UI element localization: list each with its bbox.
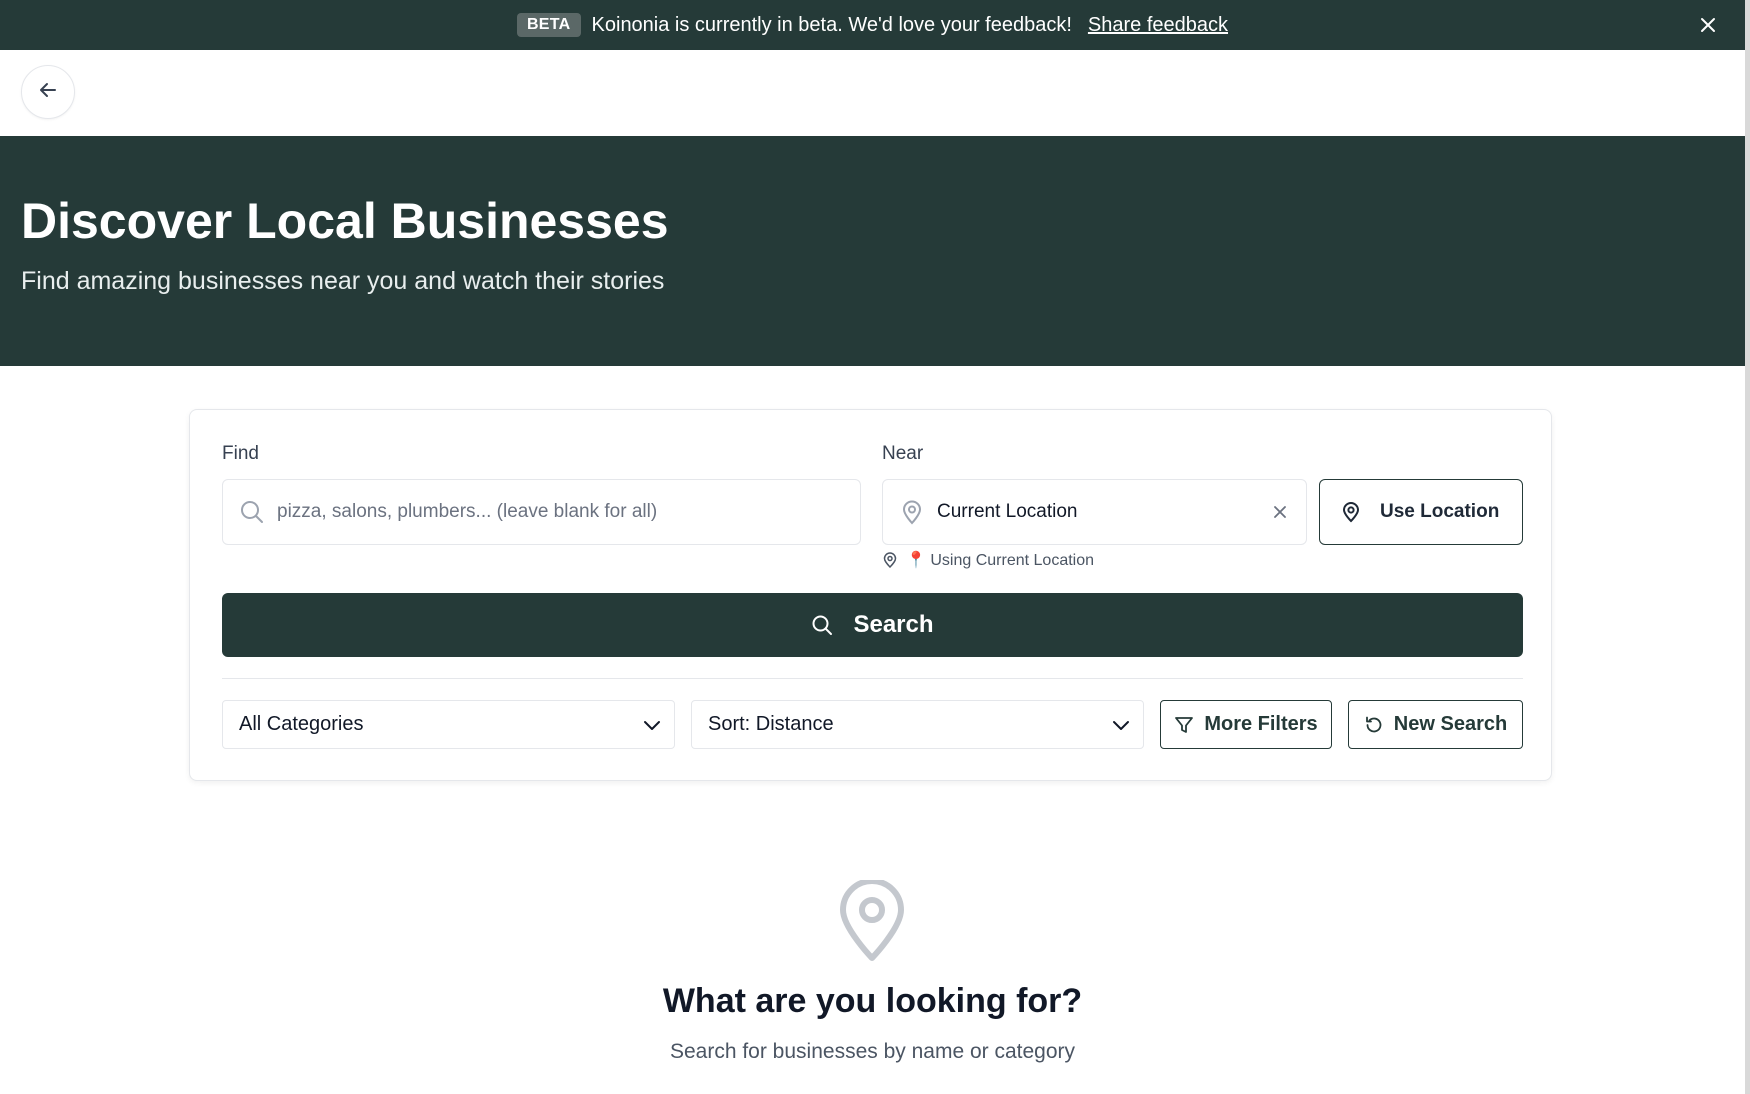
category-select[interactable]: All Categories [222, 700, 675, 749]
chevron-down-icon [642, 715, 662, 741]
near-input[interactable]: Current Location [882, 479, 1307, 545]
search-button-label: Search [853, 611, 934, 638]
more-filters-label: More Filters [1204, 713, 1318, 735]
clear-icon[interactable] [1270, 502, 1290, 522]
map-pin-icon [899, 499, 925, 525]
search-button[interactable]: Search [222, 593, 1523, 657]
beta-badge: BETA [516, 13, 581, 37]
category-value: All Categories [239, 713, 364, 735]
empty-state-subtitle: Search for businesses by name or categor… [669, 1040, 1076, 1063]
search-icon [811, 614, 833, 636]
chevron-down-icon [1111, 715, 1131, 741]
refresh-icon [1364, 715, 1384, 735]
location-hint-text: 📍 Using Current Location [906, 552, 1095, 569]
sort-select[interactable]: Sort: Distance [691, 700, 1144, 749]
page-title: Discover Local Businesses [21, 193, 669, 249]
empty-state-title: What are you looking for? [662, 982, 1083, 1020]
find-input[interactable]: pizza, salons, plumbers... (leave blank … [222, 479, 861, 545]
back-button[interactable] [21, 65, 75, 119]
new-search-label: New Search [1393, 713, 1508, 735]
more-filters-button[interactable]: More Filters [1160, 700, 1332, 749]
arrow-left-icon [37, 79, 59, 106]
beta-banner: BETA Koinonia is currently in beta. We'd… [0, 0, 1745, 50]
find-placeholder: pizza, salons, plumbers... (leave blank … [277, 501, 658, 522]
near-value: Current Location [937, 501, 1078, 522]
top-bar [0, 50, 1745, 136]
filter-icon [1174, 715, 1194, 735]
map-pin-icon [882, 552, 898, 568]
find-label: Find [222, 443, 259, 464]
page-subtitle: Find amazing businesses near you and wat… [21, 267, 665, 295]
hero-section: Discover Local Businesses Find amazing b… [0, 136, 1745, 366]
divider [222, 678, 1523, 679]
use-location-label: Use Location [1380, 501, 1500, 522]
close-icon[interactable] [1697, 14, 1719, 36]
near-label: Near [882, 443, 924, 464]
use-location-button[interactable]: Use Location [1319, 479, 1523, 545]
search-icon [239, 499, 265, 525]
map-pin-icon [838, 878, 906, 967]
search-card: Find pizza, salons, plumbers... (leave b… [189, 409, 1552, 781]
map-pin-icon [1340, 501, 1362, 523]
beta-message: Koinonia is currently in beta. We'd love… [591, 13, 1072, 36]
sort-value: Sort: Distance [708, 713, 834, 735]
location-hint: 📍 Using Current Location [882, 550, 1094, 570]
scrollbar[interactable] [1745, 0, 1750, 1094]
share-feedback-link[interactable]: Share feedback [1088, 14, 1228, 37]
new-search-button[interactable]: New Search [1348, 700, 1523, 749]
